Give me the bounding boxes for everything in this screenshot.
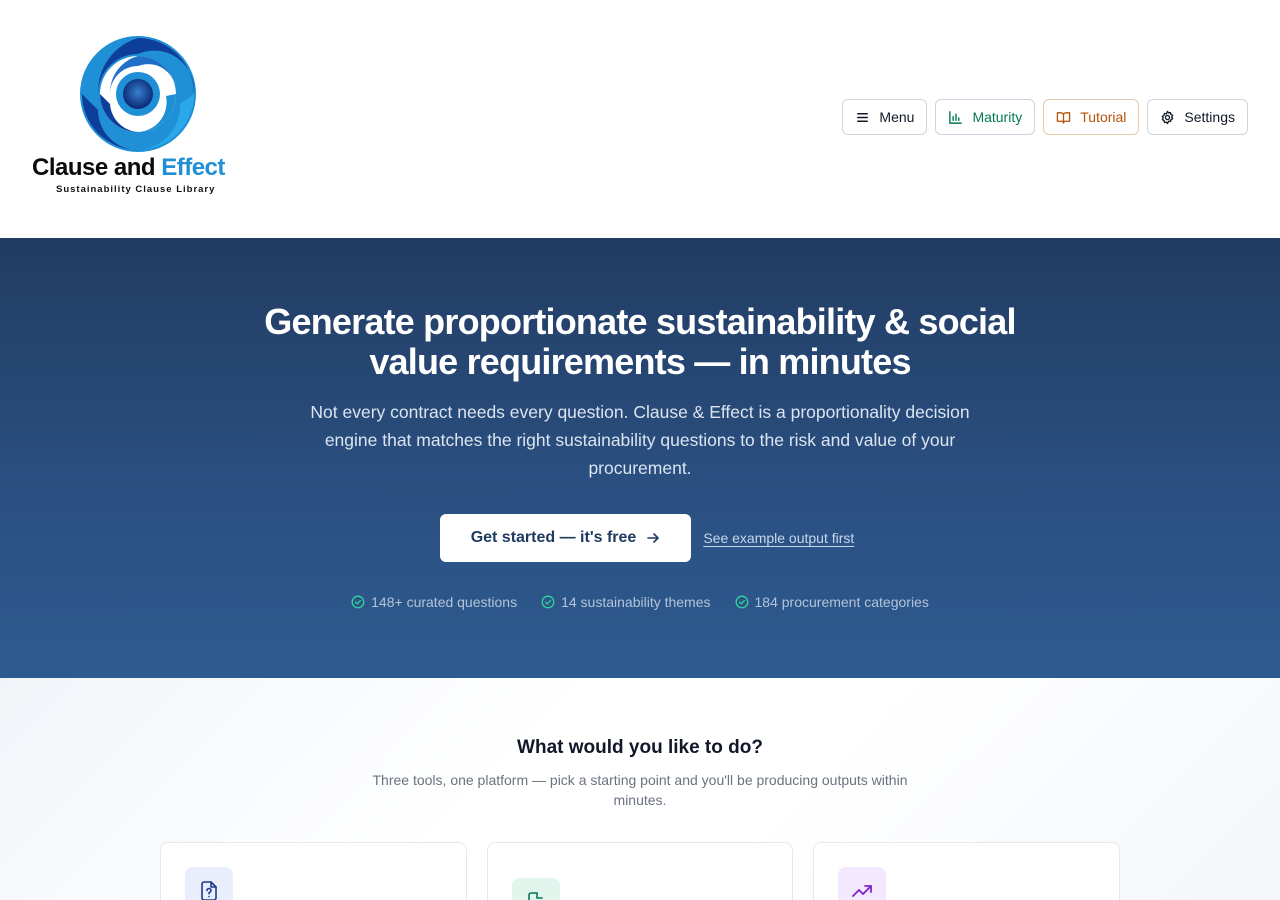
tools-title: What would you like to do? <box>517 737 763 758</box>
check-circle-icon <box>351 595 365 609</box>
stat-item: 184 procurement categories <box>735 594 929 610</box>
swirl-logo-icon <box>80 36 196 152</box>
menu-label: Menu <box>879 109 915 125</box>
hero-subtitle: Not every contract needs every question.… <box>310 402 970 478</box>
maturity-label: Maturity <box>972 109 1023 125</box>
hero-cta-row: Get started — it's free See example outp… <box>0 514 1280 562</box>
tool-card[interactable] <box>813 842 1121 900</box>
open-book-icon <box>1056 111 1071 124</box>
hero-title-line1: Generate proportionate sustainability & … <box>264 301 1016 342</box>
site-header: Clause and Effect Sustainability Clause … <box>0 0 1280 238</box>
stat-item: 148+ curated questions <box>351 594 517 610</box>
check-circle-icon <box>541 595 555 609</box>
get-started-button[interactable]: Get started — it's free <box>439 514 692 562</box>
top-nav: Menu Maturity Tutorial Settings <box>842 99 1248 135</box>
hero-stats: 148+ curated questions 14 sustainability… <box>0 594 1280 610</box>
stat-item: 14 sustainability themes <box>541 594 711 610</box>
tool-cards <box>160 842 1121 900</box>
brand-tagline: Sustainability Clause Library <box>56 184 216 195</box>
menu-button[interactable]: Menu <box>842 99 928 135</box>
arrow-right-icon <box>647 533 660 543</box>
settings-label: Settings <box>1184 109 1235 125</box>
file-edit-icon <box>511 878 560 900</box>
tutorial-label: Tutorial <box>1080 109 1127 125</box>
stat-label: 184 procurement categories <box>754 594 929 610</box>
stat-label: 14 sustainability themes <box>561 594 711 610</box>
hero-title: Generate proportionate sustainability & … <box>0 302 1280 382</box>
tool-card[interactable] <box>486 842 794 900</box>
brand-name: Clause and Effect <box>32 154 244 182</box>
bar-chart-icon <box>949 110 963 124</box>
brand-name-part1: Clause and <box>32 154 156 181</box>
tools-section: What would you like to do? Three tools, … <box>0 678 1280 900</box>
gear-icon <box>1162 110 1174 124</box>
hero-title-line2: value requirements — in minutes <box>369 341 911 382</box>
stat-label: 148+ curated questions <box>371 594 518 610</box>
brand-logo[interactable]: Clause and Effect Sustainability Clause … <box>32 34 244 199</box>
hero-section: Generate proportionate sustainability & … <box>0 238 1280 678</box>
check-circle-icon <box>735 595 748 609</box>
brand-name-part2: Effect <box>161 154 225 181</box>
tutorial-button[interactable]: Tutorial <box>1043 99 1140 135</box>
file-question-icon <box>185 867 233 900</box>
tool-card[interactable] <box>160 842 467 900</box>
maturity-button[interactable]: Maturity <box>935 99 1036 135</box>
see-example-link[interactable]: See example output first <box>703 530 854 546</box>
tools-subtitle: Three tools, one platform — pick a start… <box>372 772 908 808</box>
settings-button[interactable]: Settings <box>1147 99 1248 135</box>
hamburger-icon <box>857 112 869 122</box>
get-started-label: Get started — it's free <box>470 529 637 546</box>
trending-up-icon <box>838 867 887 900</box>
